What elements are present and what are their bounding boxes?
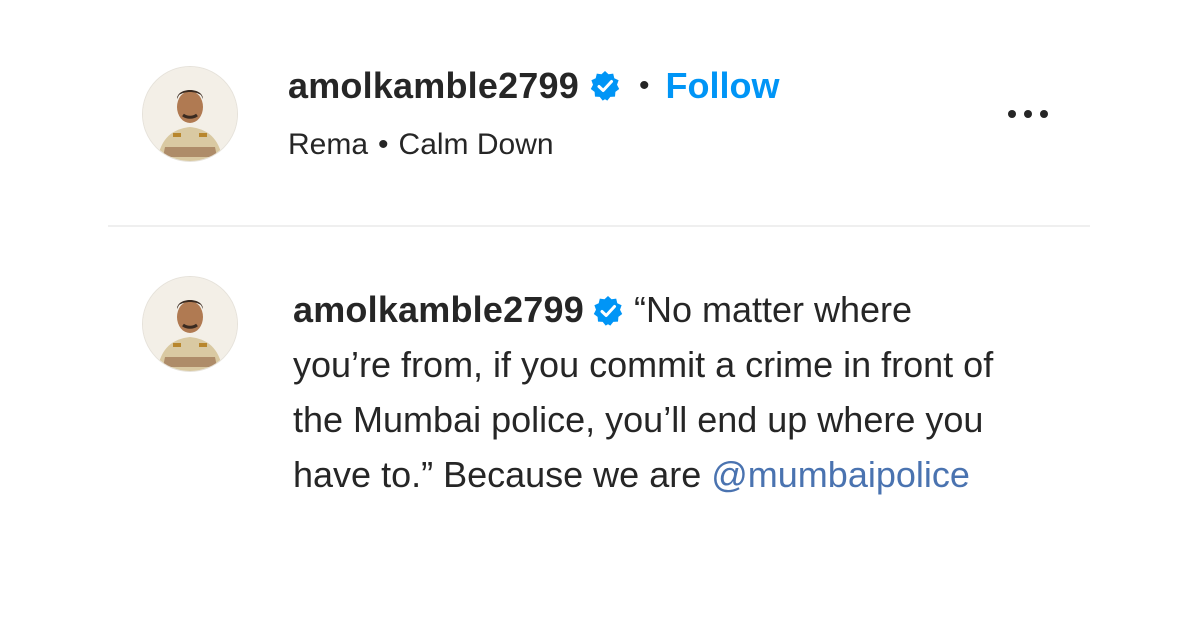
verified-badge-icon bbox=[589, 70, 621, 102]
audio-separator: • bbox=[378, 128, 389, 161]
username[interactable]: amolkamble2799 bbox=[288, 65, 579, 107]
audio-track: Calm Down bbox=[398, 128, 554, 161]
audio-artist: Rema bbox=[288, 128, 369, 161]
more-options-button[interactable] bbox=[998, 96, 1058, 132]
caption-comment: amolkamble2799 “No matter where you’re f… bbox=[0, 226, 1200, 628]
caption-username[interactable]: amolkamble2799 bbox=[293, 289, 584, 330]
header-user-row: amolkamble2799 • Follow bbox=[288, 62, 779, 110]
avatar-image bbox=[143, 277, 237, 371]
separator-dot: • bbox=[638, 69, 650, 102]
caption-text: amolkamble2799 “No matter where you’re f… bbox=[293, 282, 1013, 502]
mention-link[interactable]: @mumbaipolice bbox=[711, 454, 970, 495]
post-header: amolkamble2799 • Follow Rema • Calm Down bbox=[0, 0, 1200, 226]
avatar[interactable] bbox=[142, 66, 238, 162]
audio-info[interactable]: Rema • Calm Down bbox=[288, 128, 554, 162]
more-horizontal-icon bbox=[1008, 110, 1048, 118]
follow-button[interactable]: Follow bbox=[666, 65, 780, 107]
avatar[interactable] bbox=[142, 276, 238, 372]
avatar-image bbox=[143, 67, 237, 161]
verified-badge-icon bbox=[592, 287, 624, 326]
